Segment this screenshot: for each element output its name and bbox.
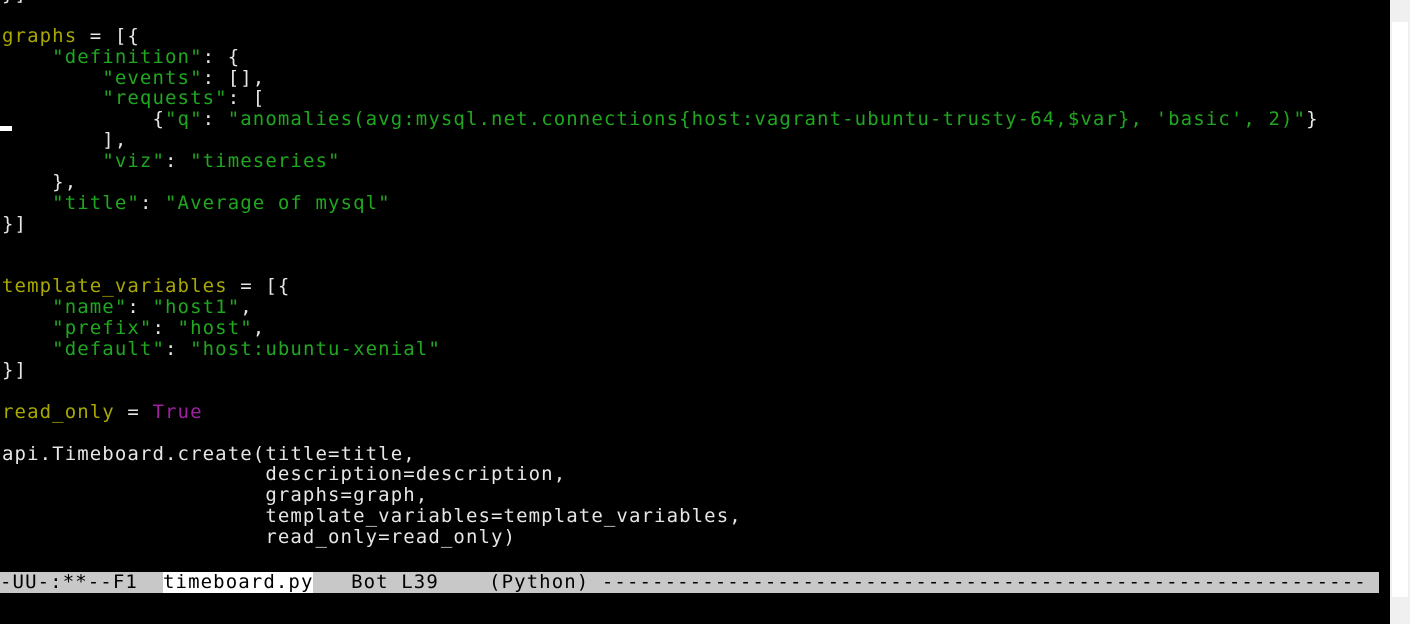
code-token: read_only [2, 400, 115, 423]
code-view[interactable]: }]graphs = [{ "definition": { "events": … [2, 0, 1319, 548]
code-token: }] [2, 0, 27, 5]
code-line: "definition": { [2, 45, 1319, 68]
buffer-name[interactable]: timeboard.py [163, 572, 314, 593]
code-line: "name": "host1", [2, 297, 1319, 318]
scrollbar-thumb[interactable] [1392, 22, 1408, 597]
code-token: : [152, 317, 178, 340]
code-token: : [202, 108, 228, 131]
code-token: "definition" [52, 45, 203, 68]
code-token: "anomalies(avg:mysql.net.connections{hos… [227, 108, 1307, 131]
code-token: "Average of mysql" [165, 191, 391, 214]
code-line: read_only = True [2, 400, 1319, 423]
code-line: "events": [], [2, 66, 1319, 89]
minibuffer[interactable] [0, 593, 1390, 624]
code-token: , [240, 296, 253, 319]
code-token: description=description, [2, 463, 567, 486]
mode-line: -UU-:**--F1 timeboard.py Bot L39 (Python… [0, 572, 1379, 593]
code-line: "prefix": "host", [2, 318, 1319, 339]
code-token: "title" [52, 191, 140, 214]
code-token: = [{ [227, 275, 291, 298]
code-token: , [252, 317, 266, 340]
code-line: "default": "host:ubuntu-xenial" [2, 339, 1319, 360]
code-token: }] [2, 359, 28, 382]
code-line: template_variables = [{ [2, 276, 1319, 297]
code-token: = [{ [77, 24, 140, 47]
code-token: read_only=read_only) [2, 526, 517, 549]
code-line: graphs=graph, [2, 485, 1319, 506]
code-line: }] [2, 212, 1319, 235]
code-token: "requests" [102, 87, 228, 110]
code-token: }, [2, 171, 78, 194]
code-token: template_variables [2, 275, 228, 298]
code-line: "requests": [ [2, 88, 1319, 109]
code-token: graphs [2, 24, 78, 47]
code-token: "host" [177, 317, 253, 340]
code-token: : [ [227, 87, 266, 110]
vertical-scrollbar[interactable] [1390, 0, 1410, 624]
major-mode[interactable]: (Python) [489, 572, 602, 593]
code-token: api.Timeboard.create(title=title, [2, 442, 416, 465]
modeline-position: Bot L39 [313, 572, 490, 593]
code-token: = [114, 400, 153, 423]
code-token: : [139, 191, 166, 214]
code-line: "viz": "timeseries" [2, 151, 1319, 172]
code-line: template_variables=template_variables, [2, 506, 1319, 527]
code-line: read_only=read_only) [2, 527, 1319, 548]
code-token: : [127, 296, 153, 319]
code-line: description=description, [2, 464, 1319, 485]
modeline-status: -UU-:**--F1 [0, 572, 164, 593]
code-line: }] [2, 360, 1319, 381]
code-token: }] [2, 212, 28, 235]
text-cursor [0, 126, 12, 131]
code-token: "host:ubuntu-xenial" [190, 338, 441, 361]
code-line: api.Timeboard.create(title=title, [2, 442, 1319, 465]
modeline-fill: ----------------------------------------… [601, 572, 1367, 593]
code-line: {"q": "anomalies(avg:mysql.net.connectio… [2, 109, 1319, 130]
code-line: "title": "Average of mysql" [2, 191, 1319, 214]
code-token: } [1306, 108, 1319, 131]
code-token: template_variables=template_variables, [2, 505, 742, 528]
code-token: "viz" [102, 150, 166, 173]
code-token: "timeseries" [190, 150, 341, 173]
code-token: "events" [102, 66, 203, 89]
code-token: : [165, 338, 191, 361]
code-token: { [2, 108, 166, 131]
code-token: graphs=graph, [2, 484, 429, 507]
editor-buffer[interactable]: }]graphs = [{ "definition": { "events": … [0, 0, 1390, 572]
code-token: "host1" [152, 296, 241, 319]
code-line: }, [2, 172, 1319, 193]
code-line: ], [2, 130, 1319, 151]
code-line: graphs = [{ [2, 24, 1319, 47]
code-token: "default" [52, 338, 166, 361]
code-token: : [], [202, 66, 266, 89]
code-token: : [165, 150, 191, 173]
code-token: "q" [165, 108, 203, 131]
code-token: "prefix" [52, 317, 153, 340]
code-token: : { [202, 45, 241, 68]
code-token: True [152, 400, 203, 423]
code-token: "name" [52, 296, 128, 319]
code-token: ], [2, 129, 128, 152]
